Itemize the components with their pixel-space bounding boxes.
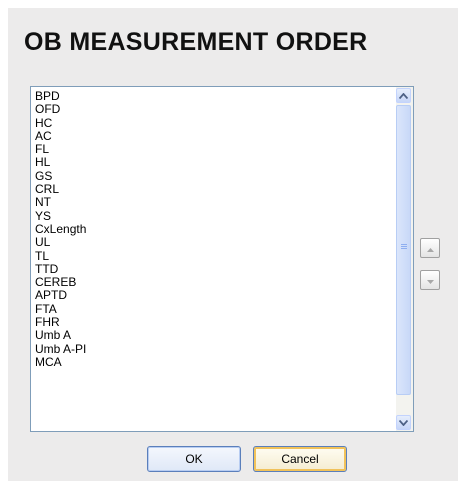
scroll-down-arrow-icon xyxy=(399,419,408,426)
move-down-button[interactable] xyxy=(420,270,440,290)
scroll-up-arrow-icon xyxy=(399,92,408,99)
scroll-down-button[interactable] xyxy=(396,415,411,430)
list-item[interactable]: NT xyxy=(35,196,86,210)
measurement-list[interactable]: BPD OFD HC AC FL HL GS CRL NT YS CxLengt… xyxy=(30,86,414,432)
list-item[interactable]: CRL xyxy=(35,182,86,196)
scroll-up-button[interactable] xyxy=(396,88,411,103)
list-item[interactable]: TL xyxy=(35,249,86,263)
thumb-grip-icon xyxy=(401,244,407,250)
measurement-order-dialog: OB MEASUREMENT ORDER BPD OFD HC AC FL HL… xyxy=(8,8,458,481)
list-item[interactable]: UL xyxy=(35,235,86,249)
ok-button[interactable]: OK xyxy=(147,446,241,472)
list-item[interactable]: Umb A-PI xyxy=(35,342,86,356)
cancel-button[interactable]: Cancel xyxy=(253,446,347,472)
list-item[interactable]: APTD xyxy=(35,289,86,303)
list-item[interactable]: FL xyxy=(35,142,86,156)
list-item[interactable]: OFD xyxy=(35,102,86,116)
list-item[interactable]: TTD xyxy=(35,262,86,276)
list-scrollbar[interactable] xyxy=(396,87,413,431)
move-up-button[interactable] xyxy=(420,238,440,258)
dialog-title: OB MEASUREMENT ORDER xyxy=(24,28,368,56)
list-item[interactable]: YS xyxy=(35,209,86,223)
list-item[interactable]: Umb A xyxy=(35,329,86,343)
list-item[interactable]: FTA xyxy=(35,302,86,316)
measurement-list-items: BPD OFD HC AC FL HL GS CRL NT YS CxLengt… xyxy=(35,89,86,369)
list-item[interactable]: MCA xyxy=(35,355,86,369)
list-item[interactable]: HL xyxy=(35,156,86,170)
list-item[interactable]: HC xyxy=(35,116,86,130)
move-down-icon xyxy=(426,271,434,289)
list-item[interactable]: CEREB xyxy=(35,275,86,289)
list-item[interactable]: AC xyxy=(35,129,86,143)
scrollbar-thumb[interactable] xyxy=(396,105,411,395)
list-item[interactable]: GS xyxy=(35,169,86,183)
list-item[interactable]: BPD xyxy=(35,89,86,103)
list-item[interactable]: CxLength xyxy=(35,222,86,236)
move-up-icon xyxy=(426,239,434,257)
list-item[interactable]: FHR xyxy=(35,315,86,329)
